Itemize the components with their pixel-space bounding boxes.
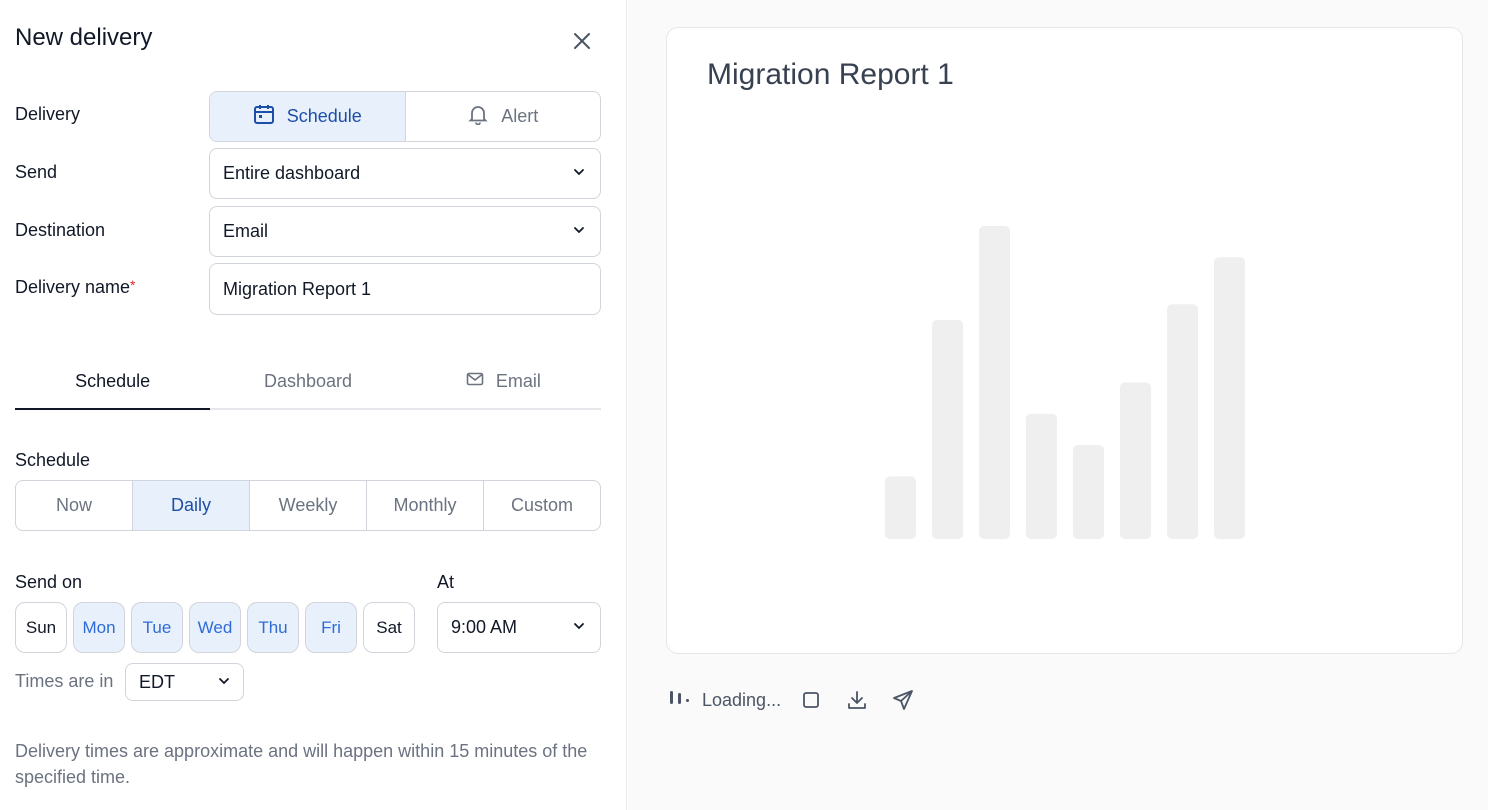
delivery-name-value: Migration Report 1 [223,278,372,299]
destination-value: Email [223,221,269,241]
send-on-label: Send on [15,572,83,592]
loading-placeholder-chart [885,226,1245,539]
download-icon[interactable] [841,684,873,716]
tab-dashboard[interactable]: Dashboard [210,355,405,408]
settings-tabs: Schedule Dashboard Email [15,355,601,410]
frequency-daily-button[interactable]: Daily [133,481,250,530]
preview-toolbar: Loading... [668,684,919,716]
tab-dashboard-label: Dashboard [263,371,353,391]
delivery-time-note: Delivery times are approximate and will … [15,741,588,787]
placeholder-bar [979,226,1010,539]
send-value: Entire dashboard [223,163,361,183]
send-icon[interactable] [887,684,919,716]
frequency-custom-button[interactable]: Custom [484,481,600,530]
placeholder-bar [1167,304,1198,539]
close-icon[interactable] [568,27,596,55]
preview-card: Migration Report 1 [666,27,1463,654]
delivery-name-label-text: Delivery name [15,277,131,297]
day-sat-toggle[interactable]: Sat [363,602,415,653]
placeholder-bar [1026,413,1057,539]
time-value: 9:00 AM [451,617,518,637]
tab-email-label: Email [495,371,541,391]
day-mon-toggle[interactable]: Mon [73,602,125,653]
placeholder-bar [885,476,916,539]
day-wed-toggle[interactable]: Wed [189,602,241,653]
calendar-icon [253,103,275,130]
delivery-name-input[interactable]: Migration Report 1 [209,263,601,315]
delivery-schedule-button[interactable]: Schedule [210,92,406,141]
loading-text: Loading... [702,689,782,710]
frequency-toggle: Now Daily Weekly Monthly Custom [15,480,601,531]
timezone-value: EDT [139,671,175,692]
time-select[interactable]: 9:00 AM [437,602,601,653]
day-thu-toggle[interactable]: Thu [247,602,299,653]
chevron-down-icon [572,617,586,638]
tab-email[interactable]: Email [406,355,601,408]
frequency-now-button[interactable]: Now [16,481,133,530]
chevron-down-icon [572,221,586,242]
placeholder-bar [1073,445,1104,539]
destination-select[interactable]: Email [209,206,601,257]
at-label: At [437,572,455,592]
timezone-select[interactable]: EDT [125,663,244,701]
preview-pane: Migration Report 1 Loading... [628,0,1488,810]
delivery-type-toggle: Schedule Alert [209,91,601,142]
mail-icon [466,371,484,392]
stop-icon[interactable] [795,684,827,716]
send-label: Send [15,162,58,182]
placeholder-bar [1214,257,1245,539]
timezone-label: Times are in [15,671,114,691]
loading-spinner-icon [668,689,694,712]
delivery-alert-button[interactable]: Alert [406,92,601,141]
day-tue-toggle[interactable]: Tue [131,602,183,653]
chevron-down-icon [572,163,586,184]
placeholder-bar [1120,382,1151,539]
delivery-schedule-label: Schedule [286,106,362,126]
day-picker: Sun Mon Tue Wed Thu Fri Sat [15,602,415,653]
day-sun-toggle[interactable]: Sun [15,602,67,653]
schedule-label: Schedule [15,450,91,470]
bell-icon [467,103,489,130]
tab-schedule[interactable]: Schedule [15,355,211,410]
placeholder-bar [932,319,963,539]
delivery-alert-label: Alert [501,106,539,126]
panel-title: New delivery [15,24,153,51]
frequency-weekly-button[interactable]: Weekly [250,481,367,530]
required-mark: * [130,277,136,293]
day-fri-toggle[interactable]: Fri [305,602,357,653]
loading-indicator: Loading... [668,689,781,712]
frequency-monthly-button[interactable]: Monthly [367,481,484,530]
delivery-label: Delivery [15,104,81,124]
destination-label: Destination [15,220,106,240]
chevron-down-icon [217,672,231,693]
delivery-name-label: Delivery name* [15,277,136,298]
delivery-panel: New delivery Delivery Schedule Alert Sen… [0,0,627,810]
send-select[interactable]: Entire dashboard [209,148,601,199]
tab-schedule-label: Schedule [75,371,151,391]
